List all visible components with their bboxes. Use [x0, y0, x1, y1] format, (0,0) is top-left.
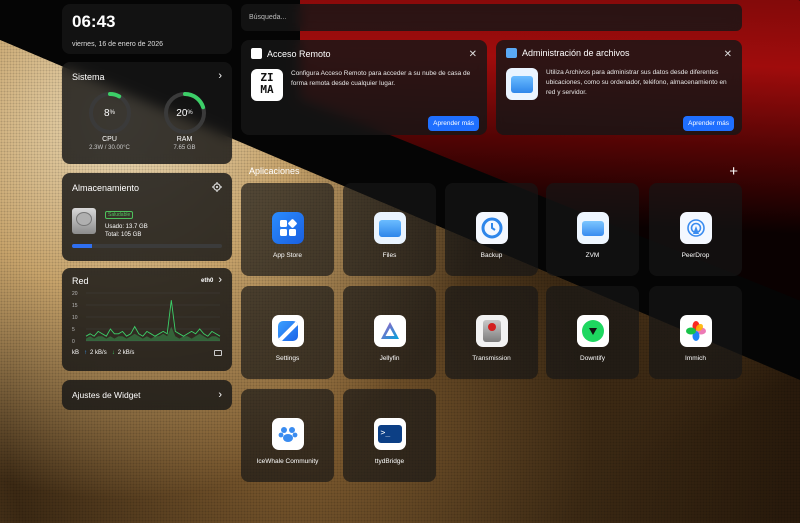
plus-icon[interactable]: + [729, 164, 738, 179]
ram-gauge: 20% RAM 7.65 GB [154, 90, 216, 151]
clock-time: 06:43 [72, 12, 116, 31]
learn-more-button[interactable]: Aprender más [683, 116, 734, 131]
ttydbridge-icon: >_ [373, 418, 406, 450]
app-label: Downtify [580, 355, 605, 362]
folder-small-icon [506, 48, 517, 58]
storage-usage-bar [72, 244, 222, 248]
chevron-right-icon[interactable]: › [218, 71, 222, 82]
gear-icon[interactable] [212, 182, 222, 194]
app-tile-peerdrop[interactable]: PeerDrop [649, 183, 742, 276]
folder-icon [506, 68, 538, 100]
app-label: ttydBridge [374, 458, 405, 465]
arrow-up-icon: ↑ [84, 350, 88, 356]
app-label: Immich [685, 355, 706, 362]
file-management-title: Administración de archivos [522, 48, 630, 58]
app-tile-downtify[interactable]: Downtify [546, 286, 639, 379]
network-up: 2 kB/s [90, 350, 107, 356]
app-tile-icewhale-community[interactable]: IceWhale Community [241, 389, 334, 482]
cpu-label: CPU [102, 136, 117, 143]
network-chart: 20 15 10 5 0 [72, 291, 221, 345]
app-tile-zvm[interactable]: ZVM [546, 183, 639, 276]
ram-label: RAM [176, 136, 193, 143]
app-label: Files [382, 252, 397, 259]
y-tick-label: 15 [72, 303, 78, 309]
zvm-icon [576, 212, 609, 244]
zima-logo-icon: ZI MA [251, 69, 283, 101]
ram-detail: 7.65 GB [173, 145, 196, 151]
close-icon[interactable]: ✕ [469, 49, 477, 60]
cpu-gauge: 8% CPU 2.3W / 30.00°C [79, 90, 141, 151]
close-icon[interactable]: ✕ [724, 49, 732, 60]
storage-title: Almacenamiento [72, 183, 140, 193]
network-unit: kB [72, 350, 80, 356]
backup-icon [475, 212, 508, 244]
file-management-card: Administración de archivos ✕ Utiliza Arc… [496, 40, 742, 135]
clock-widget: 06:43 viernes, 16 de enero de 2026 [62, 4, 232, 54]
app-tile-app-store[interactable]: App Store [241, 183, 334, 276]
app-label: App Store [273, 252, 302, 259]
immich-icon [679, 315, 712, 347]
y-tick-label: 20 [72, 291, 78, 297]
chevron-right-icon[interactable]: › [218, 275, 222, 286]
storage-total: Total: 105 GB [105, 232, 142, 238]
files-icon [373, 212, 406, 244]
search-placeholder: Búsqueda... [249, 14, 287, 21]
file-management-text: Utiliza Archivos para administrar sus da… [546, 69, 727, 96]
arrow-down-icon: ↓ [111, 350, 115, 356]
widget-settings-button[interactable]: Ajustes de Widget › [62, 380, 232, 410]
search-input[interactable]: Búsqueda... [241, 4, 742, 31]
zima-small-icon [251, 48, 262, 59]
network-interface[interactable]: eth0 [201, 278, 213, 284]
remote-access-text: Configura Acceso Remoto para acceder a s… [291, 70, 471, 87]
clock-date: viernes, 16 de enero de 2026 [72, 41, 164, 48]
app-label: IceWhale Community [256, 458, 319, 465]
app-tile-transmission[interactable]: Transmission [445, 286, 538, 379]
learn-more-button[interactable]: Aprender más [428, 116, 479, 131]
app-store-icon [271, 212, 304, 244]
app-label: ZVM [585, 252, 600, 259]
hard-drive-icon [72, 207, 96, 234]
app-tile-files[interactable]: Files [343, 183, 436, 276]
network-widget: Red eth0 › 20 15 10 5 0 kB ↑ 2 kB/s ↓ 2 kB/s [62, 268, 232, 371]
storage-widget: Almacenamiento Saludable Usado: 13.7 GB … [62, 173, 232, 261]
cpu-detail: 2.3W / 30.00°C [89, 145, 130, 151]
remote-access-card: Acceso Remoto ✕ ZI MA Configura Acceso R… [241, 40, 487, 135]
downtify-icon [576, 315, 609, 347]
transmission-icon [475, 315, 508, 347]
cpu-unit: % [109, 110, 115, 116]
icewhale-community-icon [271, 418, 304, 450]
app-tile-jellyfin[interactable]: Jellyfin [343, 286, 436, 379]
app-tile-backup[interactable]: Backup [445, 183, 538, 276]
app-label: PeerDrop [681, 252, 710, 259]
settings-icon [271, 315, 304, 347]
chevron-right-icon: › [218, 388, 222, 401]
app-label: Settings [275, 355, 300, 362]
app-label: Transmission [472, 355, 511, 362]
ram-unit: % [187, 110, 193, 116]
app-label: Jellyfin [379, 355, 400, 362]
system-widget: Sistema › 8% CPU 2.3W / 30.00°C 20 % RAM… [62, 62, 232, 164]
app-label: Backup [480, 252, 503, 259]
y-tick-label: 5 [72, 327, 75, 333]
remote-access-title: Acceso Remoto [267, 48, 331, 59]
app-tile-ttydbridge[interactable]: >_ ttydBridge [343, 389, 436, 482]
ram-value: 20 [176, 107, 188, 119]
upload-series-line [85, 300, 221, 337]
jellyfin-icon [373, 315, 406, 347]
y-tick-label: 10 [72, 315, 78, 321]
storage-status-badge: Saludable [105, 211, 134, 219]
app-tile-immich[interactable]: Immich [649, 286, 742, 379]
storage-used: Usado: 13.7 GB [105, 224, 148, 230]
network-title: Red [72, 275, 89, 286]
apps-header: Aplicaciones + [241, 163, 742, 179]
peerdrop-icon [679, 212, 712, 244]
app-tile-settings[interactable]: Settings [241, 286, 334, 379]
monitor-icon[interactable] [214, 350, 222, 356]
widget-settings-label: Ajustes de Widget [72, 390, 141, 400]
network-down: 2 kB/s [117, 350, 135, 356]
apps-title: Aplicaciones [249, 166, 300, 176]
y-tick-label: 0 [72, 339, 75, 345]
system-title: Sistema [72, 71, 105, 82]
